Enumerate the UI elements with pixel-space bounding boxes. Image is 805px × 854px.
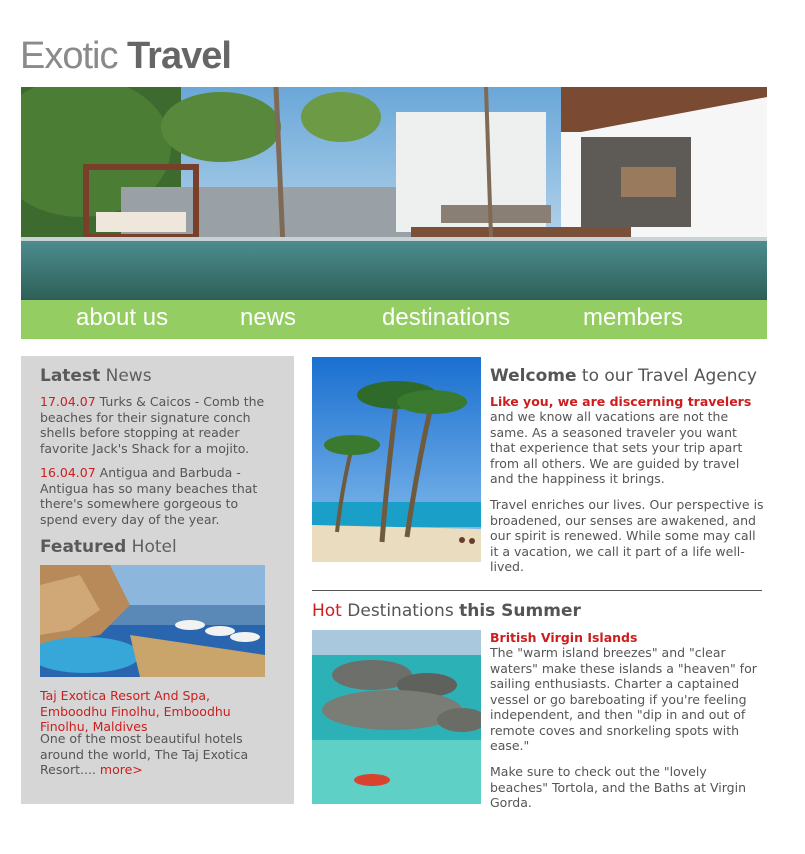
sidebar: Latest News 17.04.07 Turks & Caicos - Co… [21, 356, 294, 804]
welcome-heading-bold: Welcome [490, 366, 577, 386]
welcome-heading: Welcome to our Travel Agency [490, 366, 757, 386]
nav-news[interactable]: news [240, 304, 296, 332]
featured-hotel-name[interactable]: Taj Exotica Resort And Spa, Emboodhu Fin… [40, 688, 280, 735]
more-link[interactable]: more> [100, 762, 143, 777]
welcome-heading-rest: to our Travel Agency [581, 366, 757, 386]
destination-paragraph-1: The "warm island breezes" and "clear wat… [490, 645, 757, 753]
logo-bold-text: Travel [127, 35, 232, 77]
latest-news-heading-rest: News [105, 366, 152, 386]
news-date: 16.04.07 [40, 465, 96, 480]
hot-heading-mid: Destinations [347, 601, 454, 621]
hot-heading-bold: this Summer [459, 601, 581, 621]
welcome-tagline: Like you, we are discerning travelers [490, 394, 752, 409]
destination-title[interactable]: British Virgin Islands [490, 630, 637, 645]
featured-heading-rest: Hotel [131, 537, 177, 557]
nav-members[interactable]: members [583, 304, 683, 332]
welcome-paragraph-1: and we know all vacations are not the sa… [490, 409, 743, 486]
welcome-paragraph-2: Travel enriches our lives. Our perspecti… [490, 497, 764, 574]
featured-hotel-heading: Featured Hotel [40, 537, 177, 557]
latest-news-heading: Latest News [40, 366, 152, 386]
news-date: 17.04.07 [40, 394, 96, 409]
featured-hotel-description: One of the most beautiful hotels around … [40, 731, 280, 778]
nav-about-us[interactable]: about us [76, 304, 168, 332]
hotel-desc-text: One of the most beautiful hotels around … [40, 731, 249, 777]
news-item: 16.04.07 Antigua and Barbuda - Antigua h… [40, 465, 280, 527]
featured-hotel-image[interactable] [40, 565, 265, 677]
hot-destinations-heading: Hot Destinations this Summer [312, 601, 581, 621]
latest-news-heading-bold: Latest [40, 366, 101, 386]
logo-light-text: Exotic [20, 35, 118, 77]
hero-image [21, 87, 767, 300]
hot-heading-red: Hot [312, 601, 342, 621]
island-image [312, 630, 481, 804]
beach-image [312, 357, 481, 562]
section-divider [312, 590, 762, 591]
featured-heading-bold: Featured [40, 537, 127, 557]
destination-paragraph-2: Make sure to check out the "lovely beach… [490, 764, 746, 810]
news-item: 17.04.07 Turks & Caicos - Comb the beach… [40, 394, 280, 456]
site-logo[interactable]: Exotic Travel [20, 34, 232, 78]
nav-destinations[interactable]: destinations [382, 304, 510, 332]
main-nav: about us news destinations members [21, 300, 767, 339]
